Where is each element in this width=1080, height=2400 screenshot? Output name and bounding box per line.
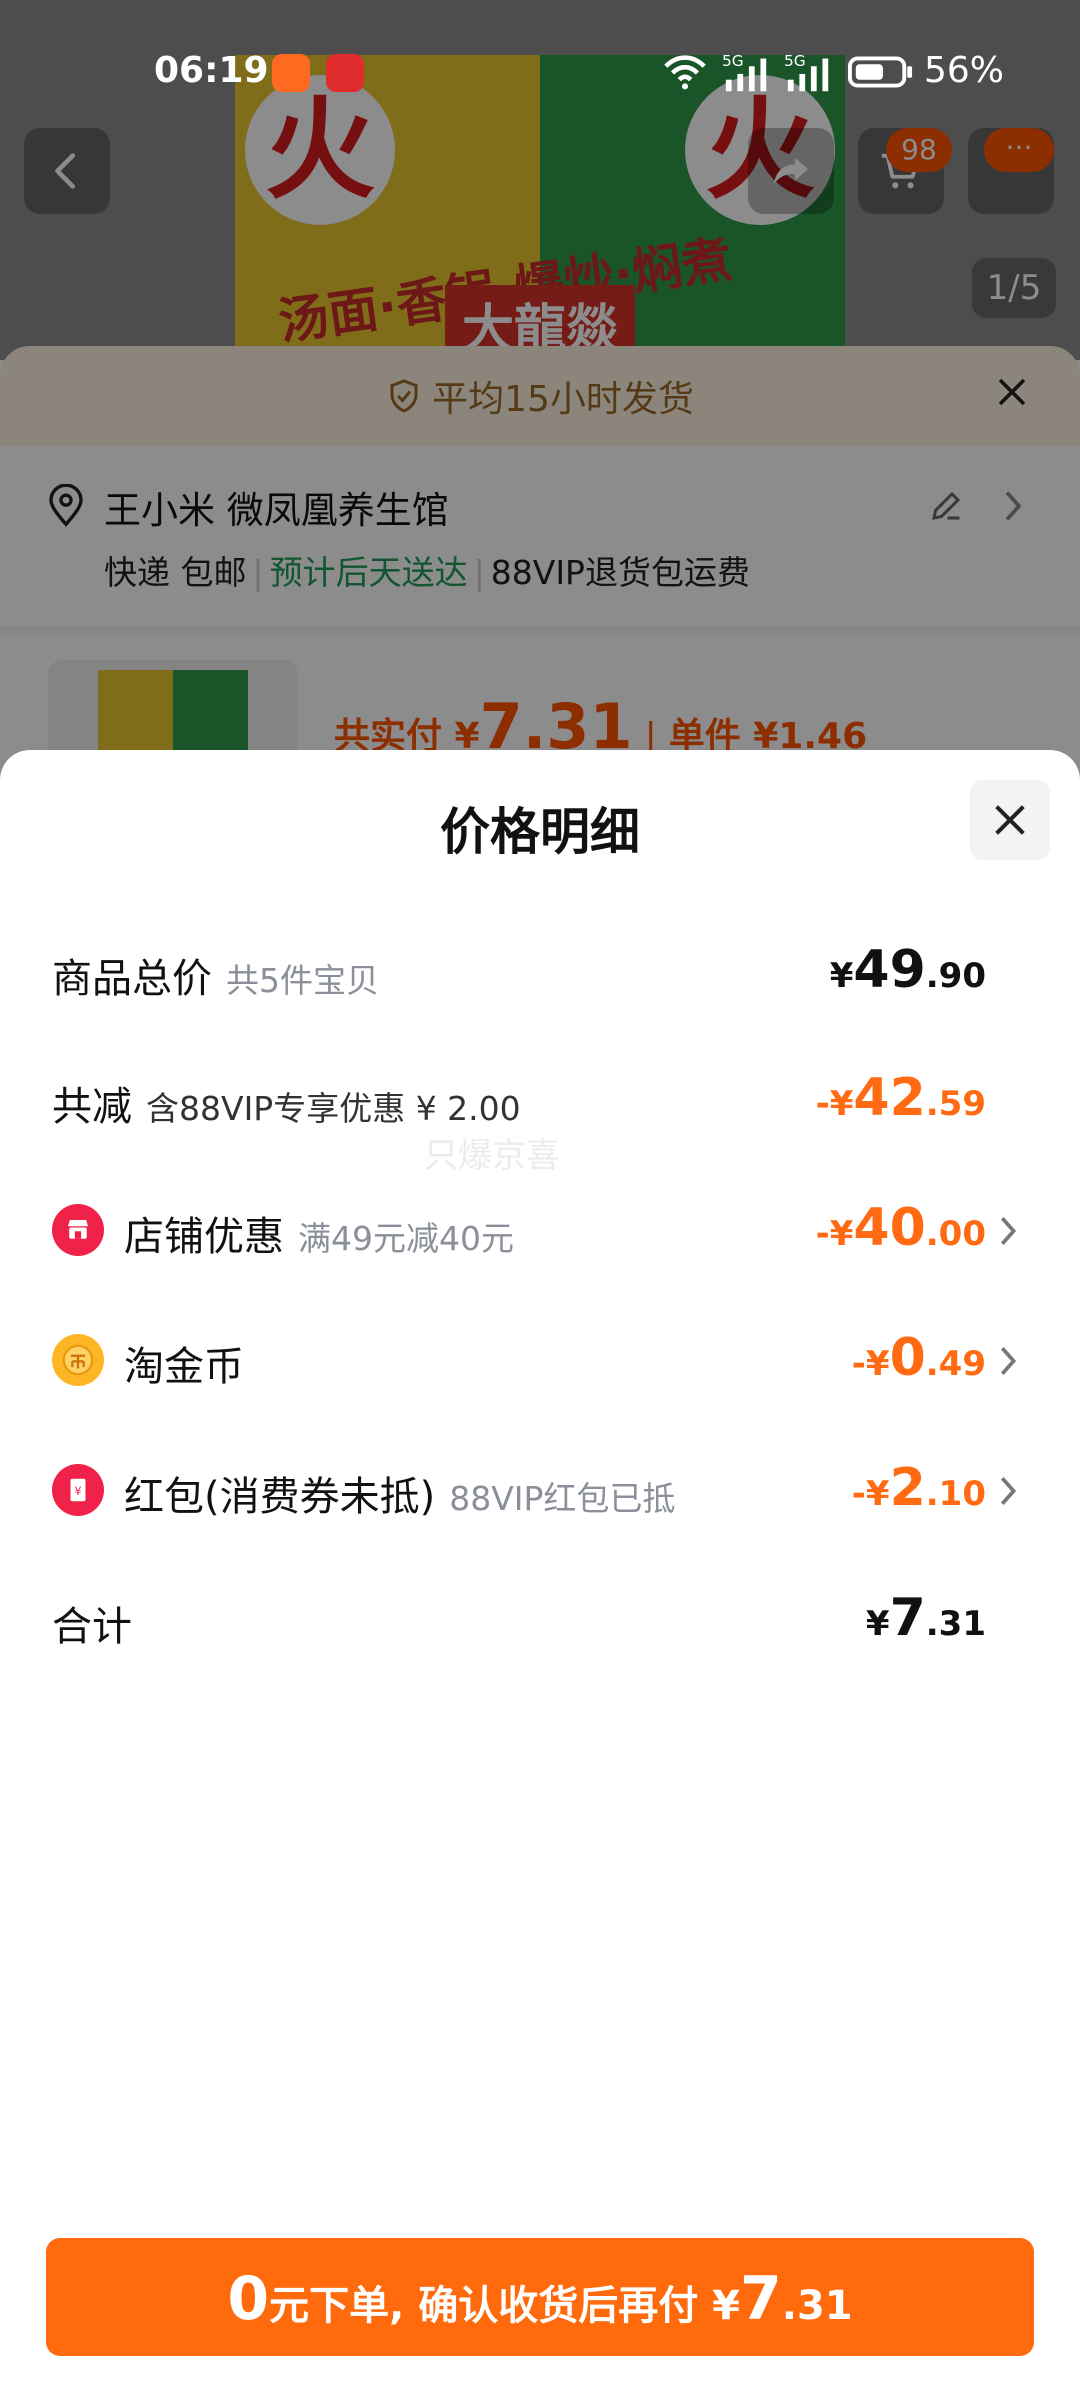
- goods-count-note: 共5件宝贝: [226, 961, 379, 1000]
- place-order-button[interactable]: 0 元下单, 确认收货后再付 ¥ 7 .31: [46, 2238, 1034, 2356]
- currency-symbol: ¥: [865, 1604, 890, 1644]
- total-discount-label: 共减: [52, 1084, 132, 1130]
- grand-total-label: 合计: [52, 1604, 132, 1650]
- row-label: 店铺优惠 满49元减40元: [124, 1204, 514, 1262]
- amount-integer: 49: [853, 940, 926, 1000]
- status-time: 06:19: [154, 50, 269, 91]
- amount-decimal: .59: [925, 1084, 986, 1124]
- cta-prefix: 0: [227, 2264, 270, 2334]
- coin-icon: [52, 1334, 104, 1386]
- row-label: 合计: [52, 1594, 132, 1652]
- grand-total-amount: ¥7.31: [866, 1588, 986, 1648]
- amount-decimal: .00: [925, 1214, 986, 1254]
- cta-amount-integer: 7: [740, 2264, 782, 2334]
- amount-integer: 0: [889, 1328, 926, 1388]
- chevron-right-icon: [1000, 1477, 1017, 1505]
- total-discount-amount: -¥42.59: [816, 1068, 986, 1128]
- row-label: 淘金币: [124, 1334, 244, 1392]
- shop-discount-amount: -¥40.00: [816, 1198, 986, 1258]
- cta-amount-decimal: .31: [781, 2283, 853, 2329]
- red-packet-amount: -¥2.10: [852, 1458, 986, 1518]
- cta-text: 元下单, 确认收货后再付 ¥: [269, 2283, 741, 2329]
- shop-discount-note: 满49元减40元: [298, 1219, 514, 1258]
- row-total-discount: 共减 含88VIP专享优惠 ¥ 2.00 -¥42.59: [0, 1054, 1080, 1144]
- coins-label: 淘金币: [124, 1344, 244, 1390]
- chevron-right-icon: [1000, 1347, 1017, 1375]
- shop-icon: [52, 1204, 104, 1256]
- status-bar: 06:19 5G 5G 56%: [0, 40, 1080, 110]
- row-goods-total: 商品总价 共5件宝贝 ¥49.90: [0, 926, 1080, 1016]
- wifi-icon: [664, 55, 706, 90]
- modal-close-button[interactable]: [970, 780, 1050, 860]
- row-label: 共减 含88VIP专享优惠 ¥ 2.00: [52, 1074, 521, 1132]
- row-red-packet[interactable]: ¥ 红包(消费券未抵) 88VIP红包已抵 -¥2.10: [0, 1444, 1080, 1534]
- battery-percent: 56%: [924, 50, 1005, 91]
- row-shop-discount[interactable]: 店铺优惠 满49元减40元 -¥40.00: [0, 1184, 1080, 1274]
- close-icon: [995, 805, 1025, 835]
- svg-text:¥: ¥: [74, 1485, 81, 1498]
- currency-symbol: -¥: [851, 1474, 890, 1514]
- chevron-right-icon: [1000, 1217, 1017, 1245]
- red-packet-note: 88VIP红包已抵: [449, 1479, 676, 1518]
- goods-total-amount: ¥49.90: [830, 940, 986, 1000]
- row-label: 红包(消费券未抵) 88VIP红包已抵: [124, 1464, 675, 1522]
- row-label: 商品总价 共5件宝贝: [52, 946, 379, 1004]
- red-packet-label: 红包(消费券未抵): [124, 1474, 436, 1520]
- coins-amount: -¥0.49: [852, 1328, 986, 1388]
- battery-icon: [848, 56, 913, 88]
- vip-discount-note: 含88VIP专享优惠 ¥ 2.00: [146, 1089, 521, 1128]
- amount-decimal: .31: [925, 1604, 986, 1644]
- price-detail-modal: 价格明细 只爆京喜 商品总价 共5件宝贝 ¥49.90 共减 含88VIP专享优惠 …: [0, 750, 1080, 2400]
- amount-integer: 2: [889, 1458, 926, 1518]
- row-coins[interactable]: 淘金币 -¥0.49: [0, 1314, 1080, 1404]
- currency-symbol: ¥: [829, 956, 854, 996]
- amount-decimal: .49: [925, 1344, 986, 1384]
- amount-decimal: .90: [925, 956, 986, 996]
- signal-5g-icon: 5G: [722, 52, 767, 92]
- signal-5g-icon-2: 5G: [784, 52, 829, 92]
- app-notification-icon-2: [326, 54, 364, 92]
- amount-decimal: .10: [925, 1474, 986, 1514]
- modal-title: 价格明细: [440, 803, 640, 861]
- row-grand-total: 合计 ¥7.31: [0, 1574, 1080, 1664]
- amount-integer: 42: [853, 1068, 926, 1128]
- red-packet-icon: ¥: [52, 1464, 104, 1516]
- app-notification-icon: [272, 54, 310, 92]
- amount-integer: 40: [853, 1198, 926, 1258]
- svg-text:5G: 5G: [722, 52, 744, 70]
- currency-symbol: -¥: [851, 1344, 890, 1384]
- shop-discount-label: 店铺优惠: [124, 1214, 284, 1260]
- currency-symbol: -¥: [815, 1084, 854, 1124]
- amount-integer: 7: [889, 1588, 926, 1648]
- goods-total-label: 商品总价: [52, 956, 212, 1002]
- currency-symbol: -¥: [815, 1214, 854, 1254]
- svg-text:5G: 5G: [784, 52, 806, 70]
